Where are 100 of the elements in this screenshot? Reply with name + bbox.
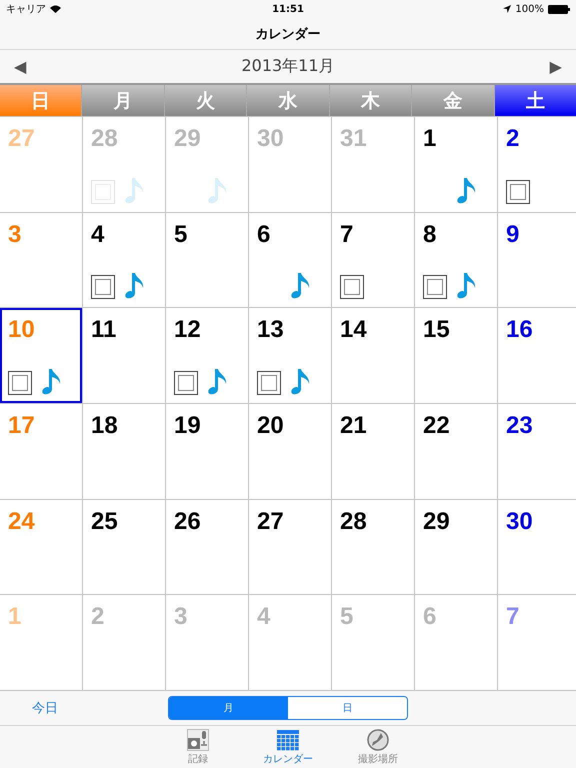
day-number: 30 <box>506 508 534 536</box>
day-cell[interactable]: 2 <box>498 117 576 212</box>
day-cell[interactable]: 1 <box>415 117 497 212</box>
music-note-icon <box>290 271 312 300</box>
weekday-header: 火 <box>164 85 246 116</box>
music-note-icon <box>124 176 146 204</box>
day-number: 14 <box>340 316 368 344</box>
day-cell[interactable]: 28 <box>332 500 414 594</box>
day-cell[interactable]: 13 <box>249 308 331 403</box>
music-note-icon <box>207 176 229 204</box>
day-cell[interactable]: 14 <box>332 308 414 403</box>
day-cell[interactable]: 8 <box>415 212 497 308</box>
day-number: 10 <box>8 316 36 344</box>
day-cell[interactable]: 15 <box>415 308 497 403</box>
carrier-text: キャリア <box>6 3 46 16</box>
frame-icon <box>506 180 530 204</box>
music-note-icon <box>456 176 478 204</box>
day-cell[interactable]: 25 <box>83 500 165 594</box>
weekday-header: 木 <box>330 85 412 116</box>
music-note-icon <box>290 366 312 395</box>
day-number: 7 <box>506 603 520 632</box>
day-number: 26 <box>174 508 202 536</box>
camera-microphone-icon <box>187 729 209 751</box>
day-number: 2 <box>91 603 106 632</box>
day-number: 29 <box>174 125 202 153</box>
day-number: 27 <box>8 125 36 153</box>
weekday-header: 水 <box>247 85 329 116</box>
music-note-icon <box>207 366 229 395</box>
day-cell[interactable]: 29 <box>415 500 497 594</box>
day-cell[interactable]: 7 <box>332 212 414 308</box>
weekday-header: 月 <box>82 85 164 116</box>
day-cell[interactable]: 27 <box>249 500 331 594</box>
day-cell[interactable]: 11 <box>83 308 165 403</box>
day-cell[interactable]: 12 <box>166 308 248 403</box>
day-number: 5 <box>340 603 354 632</box>
day-cell[interactable]: 9 <box>498 212 576 308</box>
battery-icon <box>548 4 570 14</box>
day-cell[interactable]: 5 <box>166 212 248 308</box>
day-number: 6 <box>423 603 438 632</box>
day-number: 22 <box>423 412 451 440</box>
day-number: 30 <box>257 125 285 153</box>
wifi-icon <box>50 5 61 13</box>
view-segment[interactable]: 日 <box>288 697 407 719</box>
day-number: 9 <box>506 220 520 249</box>
day-number: 12 <box>174 316 202 344</box>
tab-bar-item[interactable]: カレンダー <box>258 726 318 768</box>
weekday-header: 土 <box>494 85 576 116</box>
day-cell[interactable]: 23 <box>498 404 576 499</box>
day-cell[interactable]: 16 <box>498 308 576 403</box>
day-number: 18 <box>91 412 119 440</box>
day-number: 27 <box>257 508 285 536</box>
previous-month-button[interactable]: ◀ <box>10 57 30 76</box>
day-number: 6 <box>257 220 272 249</box>
day-number: 3 <box>8 220 22 249</box>
frame-icon <box>257 370 281 395</box>
location-arrow-icon <box>503 5 512 13</box>
today-button[interactable]: 今日 <box>0 698 90 718</box>
frame-icon <box>340 275 364 300</box>
day-number: 5 <box>174 220 188 249</box>
day-number: 25 <box>91 508 119 536</box>
day-cell[interactable]: 22 <box>415 404 497 499</box>
day-cell[interactable]: 30 <box>498 500 576 594</box>
clock-text: 11:51 <box>272 4 304 14</box>
battery-percent: 100% <box>515 4 544 14</box>
day-number: 3 <box>174 603 188 632</box>
weekday-header: 金 <box>412 85 494 116</box>
month-title: 2013年11月 <box>241 56 335 77</box>
day-number: 23 <box>506 412 534 440</box>
day-cell[interactable]: 18 <box>83 404 165 499</box>
day-cell[interactable]: 20 <box>249 404 331 499</box>
day-number: 11 <box>91 316 118 344</box>
day-number: 13 <box>257 316 285 344</box>
music-note-icon <box>41 366 63 395</box>
day-number: 28 <box>91 125 119 153</box>
day-number: 16 <box>506 316 534 344</box>
day-number: 8 <box>423 220 438 249</box>
day-number: 1 <box>8 603 22 632</box>
day-cell[interactable]: 26 <box>166 500 248 594</box>
day-number: 17 <box>8 412 36 440</box>
day-number: 4 <box>91 220 106 249</box>
day-number: 4 <box>257 603 272 632</box>
frame-icon <box>8 370 32 395</box>
frame-icon <box>174 370 198 395</box>
day-cell[interactable]: 21 <box>332 404 414 499</box>
day-cell[interactable]: 6 <box>249 212 331 308</box>
day-cell[interactable]: 19 <box>166 404 248 499</box>
view-segment[interactable]: 月 <box>169 697 288 719</box>
day-number: 15 <box>423 316 451 344</box>
frame-icon <box>91 180 115 204</box>
weekday-header: 日 <box>0 85 82 116</box>
day-number: 2 <box>506 125 520 153</box>
day-number: 19 <box>174 412 202 440</box>
day-number: 7 <box>340 220 354 249</box>
next-month-button[interactable]: ▶ <box>546 57 566 76</box>
day-number: 20 <box>257 412 285 440</box>
day-number: 21 <box>340 412 368 440</box>
day-number: 31 <box>340 125 368 153</box>
day-cell[interactable]: 4 <box>83 212 165 308</box>
day-number: 24 <box>8 508 36 536</box>
calendar-icon <box>277 729 299 751</box>
